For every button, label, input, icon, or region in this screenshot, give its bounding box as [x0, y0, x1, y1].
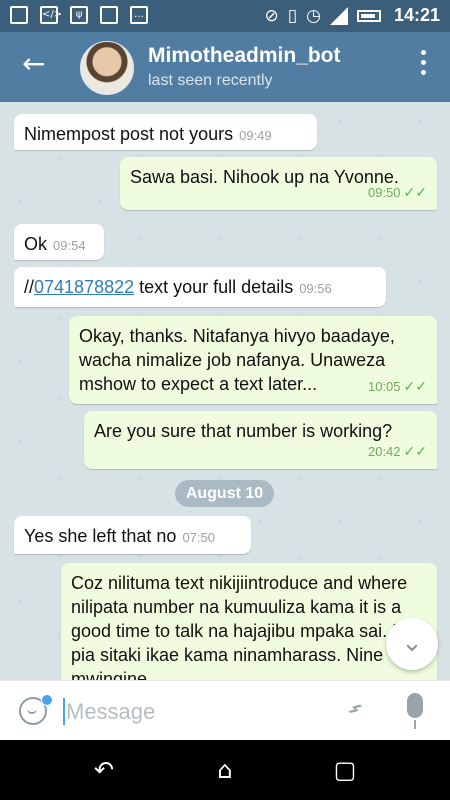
message-bubble[interactable]: //0741878822 text your full details 09:56 — [14, 267, 386, 307]
message-time: 09:56 — [299, 281, 332, 296]
message-composer: ⌁ — [0, 680, 450, 741]
message-text: Sawa basi. Nihook up na Yvonne. — [130, 167, 399, 187]
date-separator: August 10 — [175, 480, 274, 507]
message-time: 09:54 — [53, 238, 86, 253]
battery-icon — [356, 9, 381, 22]
usb-icon: ψ — [70, 6, 88, 24]
read-receipt-icon: ✓✓ — [403, 184, 427, 200]
message-text: Okay, thanks. Nitafanya hivyo baadaye, w… — [79, 326, 395, 394]
back-icon[interactable]: ← — [22, 50, 45, 78]
code-icon: </> — [40, 6, 62, 24]
signal-icon — [329, 6, 348, 25]
message-input[interactable] — [64, 694, 328, 730]
message-time: 10:05 — [367, 379, 401, 394]
message-icon: … — [130, 6, 148, 24]
message-text: Ok — [24, 234, 48, 254]
message-bubble[interactable]: Ok 09:54 — [14, 224, 104, 260]
message-list[interactable]: Nimempost post not yours 09:49 Sawa basi.… — [0, 102, 450, 680]
recent-apps-icon[interactable]: ▢ — [333, 758, 357, 782]
chevron-down-icon: ⌄ — [401, 628, 423, 658]
message-bubble[interactable]: Nimempost post not yours 09:49 — [14, 114, 317, 150]
message-bubble[interactable]: Yes she left that no 07:50 — [14, 516, 251, 554]
vibrate-icon: ▯ — [287, 5, 298, 26]
chat-title[interactable]: Mimotheadmin_bot — [148, 44, 341, 68]
app-icon — [10, 6, 28, 24]
home-nav-icon[interactable]: ⌂ — [213, 758, 237, 782]
scroll-down-button[interactable]: ⌄ — [386, 618, 438, 670]
message-bubble[interactable]: Okay, thanks. Nitafanya hivyo baadaye, w… — [69, 316, 437, 404]
message-prefix: // — [24, 277, 35, 297]
message-text: Are you sure that number is working? — [94, 421, 393, 441]
android-navigation-bar: ↶ ⌂ ▢ — [0, 740, 450, 800]
last-seen-status: last seen recently — [148, 72, 273, 89]
chat-header: ← Mimotheadmin_bot last seen recently — [0, 32, 450, 102]
message-time: 09:50 — [367, 185, 401, 200]
status-left-icons: </> ψ … — [10, 6, 148, 24]
status-time: 14:21 — [393, 5, 440, 25]
paperclip-icon[interactable]: ⌁ — [338, 692, 371, 725]
phone-number-link[interactable]: 0741878822 — [34, 277, 134, 297]
message-bubble[interactable]: Are you sure that number is working? 20:… — [84, 411, 437, 469]
read-receipt-icon: ✓✓ — [403, 443, 427, 459]
message-text: Coz nilituma text nikijiintroduce and wh… — [71, 573, 416, 680]
status-bar: </> ψ … ⊘ ▯ ◷ 14:21 — [0, 0, 450, 32]
back-nav-icon[interactable]: ↶ — [92, 758, 116, 782]
message-time: 09:49 — [239, 128, 272, 143]
avatar[interactable] — [80, 41, 134, 95]
message-time: 07:50 — [182, 530, 215, 545]
mute-icon: ⊘ — [264, 5, 279, 26]
storage-icon — [100, 6, 118, 24]
message-bubble[interactable]: Sawa basi. Nihook up na Yvonne. 09:50 ✓✓ — [120, 157, 437, 210]
message-time: 20:42 — [367, 444, 401, 459]
status-right-icons: ⊘ ▯ ◷ 14:21 — [265, 5, 441, 26]
alarm-icon: ◷ — [306, 5, 321, 26]
message-text: Yes she left that no — [24, 526, 177, 546]
message-text: Nimempost post not yours — [24, 124, 234, 144]
read-receipt-icon: ✓✓ — [403, 378, 427, 394]
message-text: text your full details — [134, 277, 294, 297]
message-bubble[interactable]: Coz nilituma text nikijiintroduce and wh… — [61, 563, 437, 680]
microphone-icon[interactable] — [407, 693, 423, 729]
notification-dot — [41, 694, 53, 706]
more-options-icon[interactable] — [421, 50, 427, 80]
